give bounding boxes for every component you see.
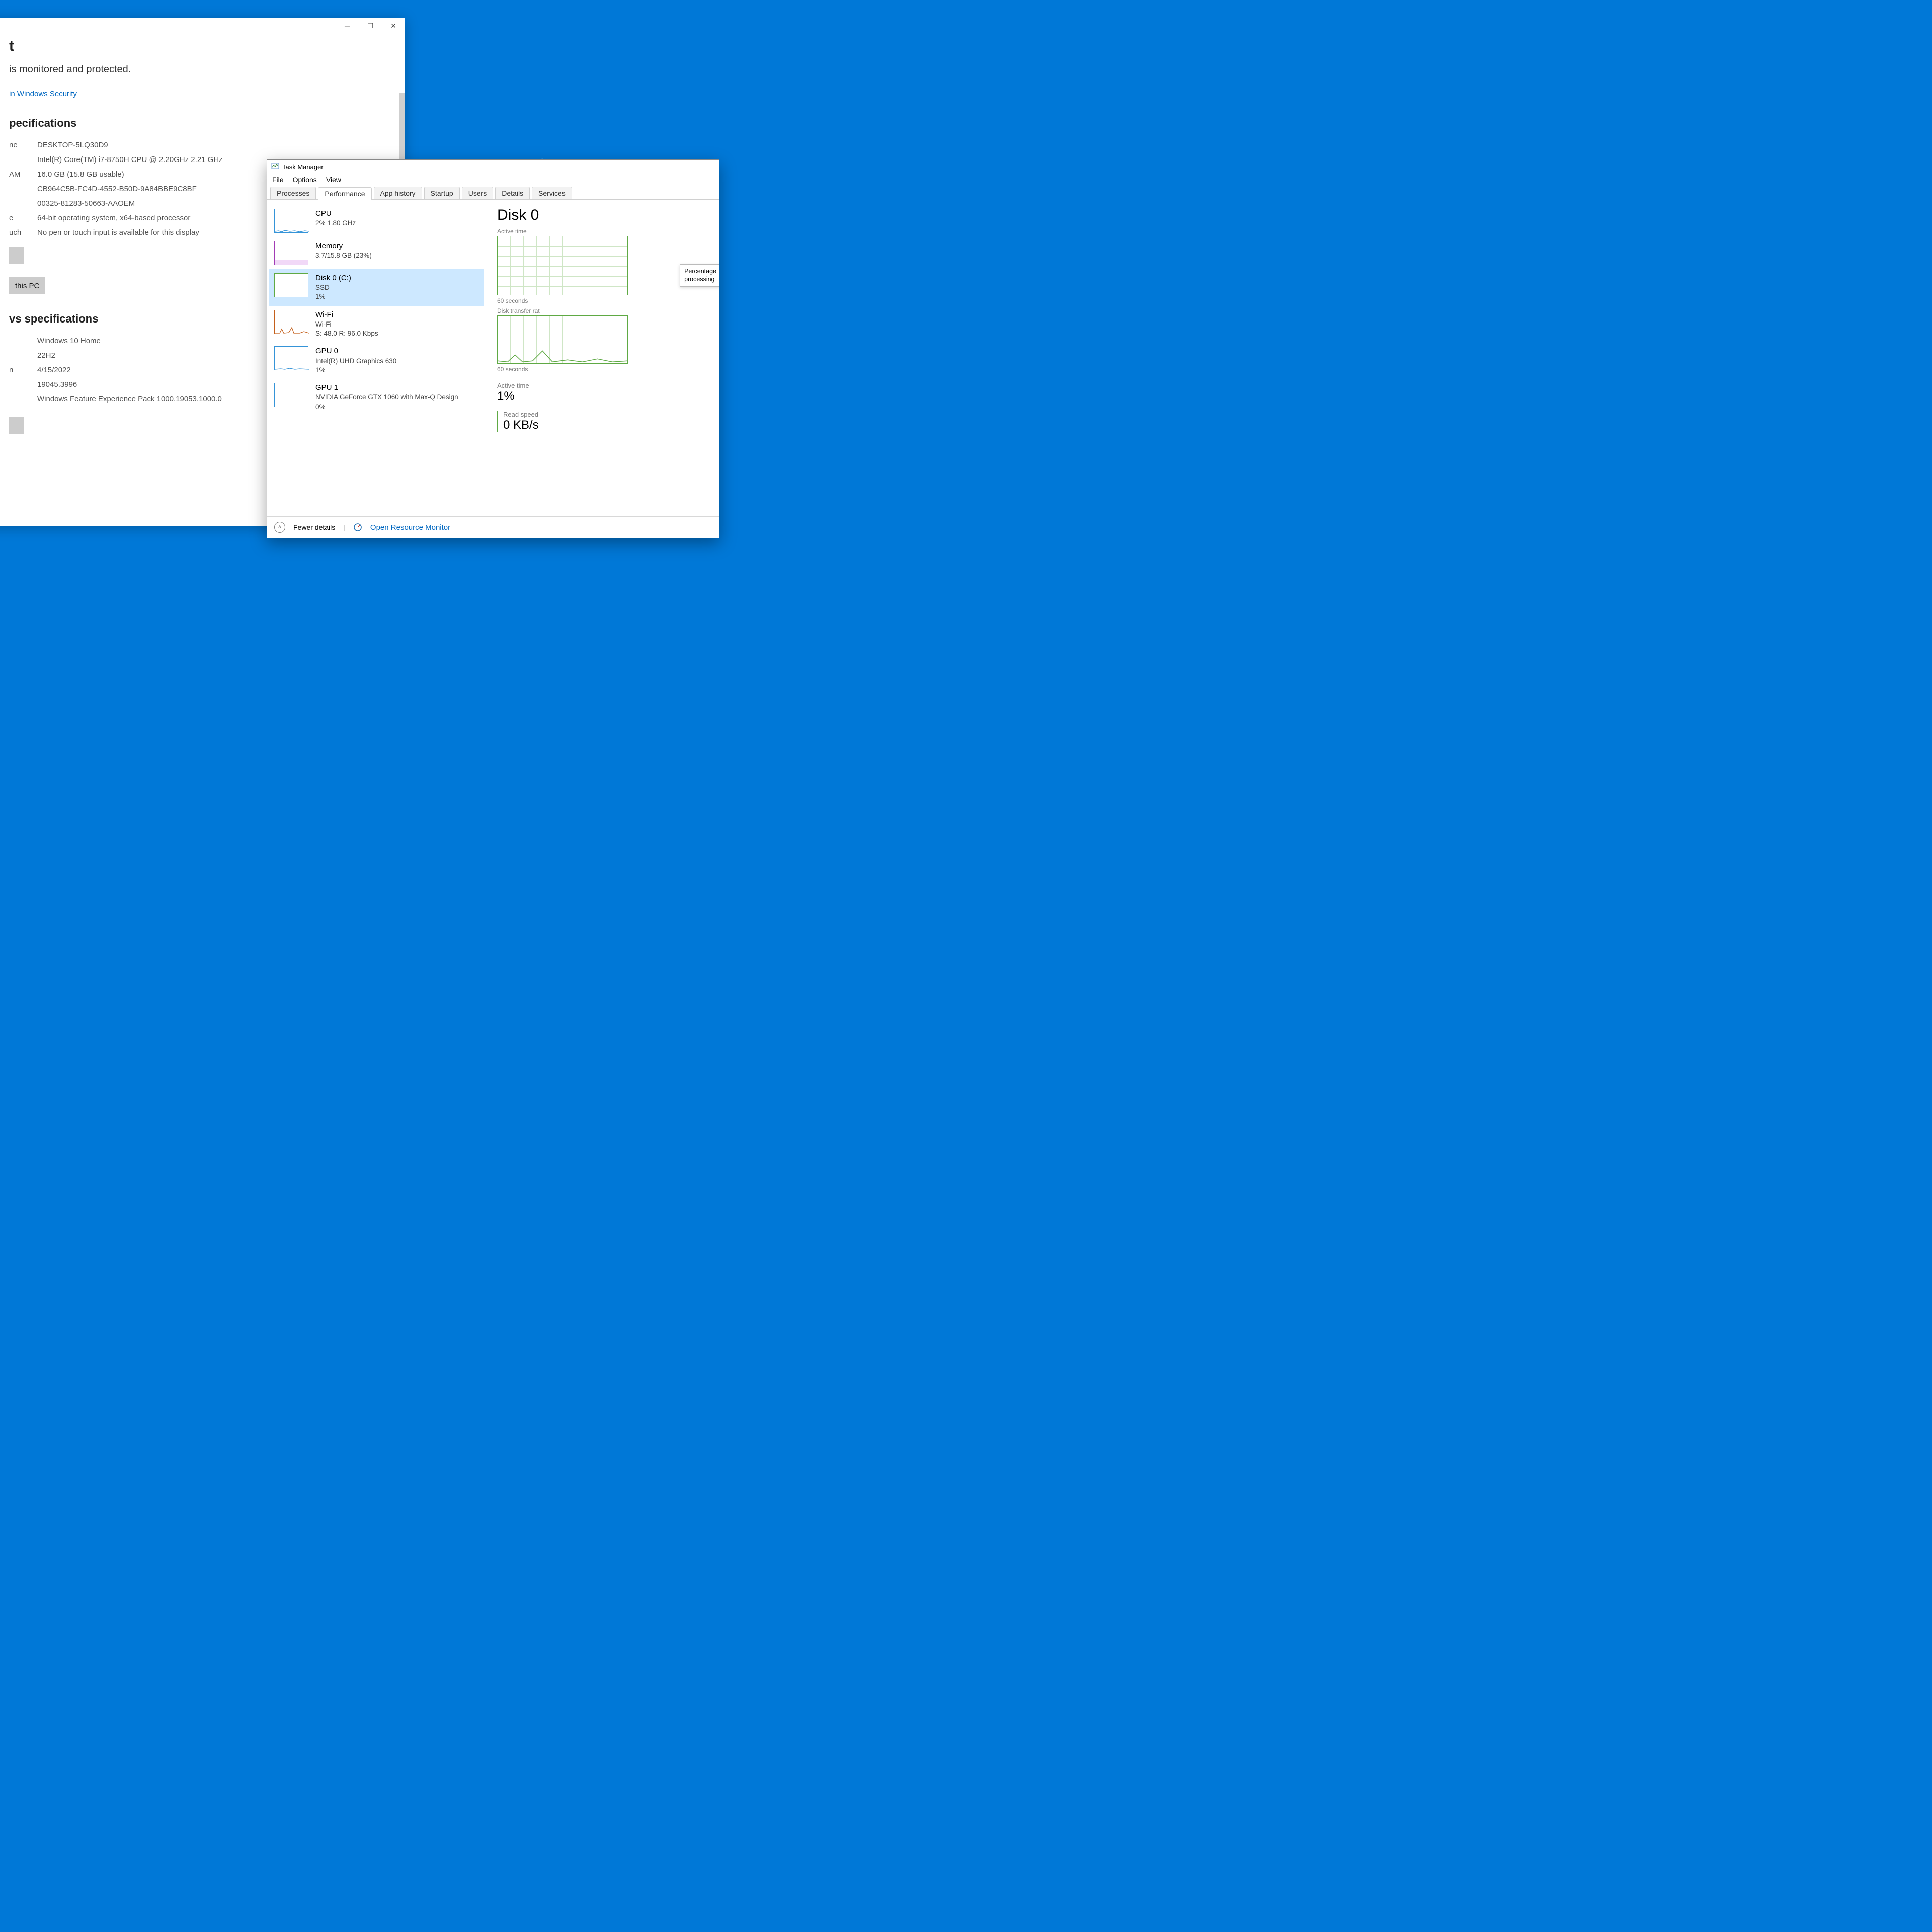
experience-pack-value: Windows Feature Experience Pack 1000.190… xyxy=(37,395,222,404)
maximize-button[interactable]: ☐ xyxy=(359,18,382,34)
tab-app-history[interactable]: App history xyxy=(374,187,422,199)
tab-users[interactable]: Users xyxy=(462,187,494,199)
touch-label: uch xyxy=(9,228,37,237)
memory-thumb xyxy=(274,241,308,265)
resource-wifi[interactable]: Wi-Fi Wi-Fi S: 48.0 R: 96.0 Kbps xyxy=(269,306,484,343)
system-type-value: 64-bit operating system, x64-based proce… xyxy=(37,214,190,222)
processor-value: Intel(R) Core(TM) i7-8750H CPU @ 2.20GHz… xyxy=(37,155,223,164)
gpu0-name: GPU 0 xyxy=(315,346,396,356)
resource-monitor-icon xyxy=(353,523,362,532)
copy-button-2[interactable] xyxy=(9,417,24,434)
metric-active-time-label: Active time xyxy=(497,382,719,389)
resource-list: CPU 2% 1.80 GHz Memory 3.7/15.8 GB (23%)… xyxy=(267,200,486,516)
device-name-label: ne xyxy=(9,141,37,149)
tab-performance[interactable]: Performance xyxy=(318,187,371,200)
menu-view[interactable]: View xyxy=(326,176,341,184)
disk-thumb xyxy=(274,273,308,297)
installed-on-label: n xyxy=(9,366,37,374)
disk-detail-panel: Disk 0 Active time Percentage processing… xyxy=(486,200,719,516)
wifi-name: Wi-Fi xyxy=(315,310,378,320)
gpu0-thumb xyxy=(274,346,308,370)
titlebar-controls: ─ ☐ ✕ xyxy=(336,18,405,34)
tab-details[interactable]: Details xyxy=(495,187,530,199)
menu-file[interactable]: File xyxy=(272,176,284,184)
cpu-detail: 2% 1.80 GHz xyxy=(315,219,356,228)
chevron-up-icon[interactable]: ˄ xyxy=(274,522,285,533)
tooltip-line-1: Percentage xyxy=(684,267,716,275)
disk-name: Disk 0 (C:) xyxy=(315,273,351,283)
system-type-label: e xyxy=(9,214,37,222)
resource-disk-0[interactable]: Disk 0 (C:) SSD 1% xyxy=(269,269,484,306)
memory-detail: 3.7/15.8 GB (23%) xyxy=(315,251,372,260)
wifi-adapter: Wi-Fi xyxy=(315,320,378,329)
ram-label: AM xyxy=(9,170,37,179)
gpu0-usage: 1% xyxy=(315,366,396,375)
open-resource-monitor-link[interactable]: Open Resource Monitor xyxy=(370,523,450,532)
fewer-details-link[interactable]: Fewer details xyxy=(293,523,335,531)
gpu1-thumb xyxy=(274,383,308,407)
chart-60-seconds-2: 60 seconds xyxy=(497,366,719,373)
build-value: 19045.3996 xyxy=(37,380,77,389)
memory-name: Memory xyxy=(315,241,372,251)
chart-active-time-label: Active time xyxy=(497,228,719,235)
windows-security-link[interactable]: in Windows Security xyxy=(9,90,77,98)
page-title: t xyxy=(9,38,405,55)
protection-status: is monitored and protected. xyxy=(9,64,405,75)
resource-cpu[interactable]: CPU 2% 1.80 GHz xyxy=(269,205,484,237)
task-manager-footer: ˄ Fewer details | Open Resource Monitor xyxy=(267,516,719,538)
tab-services[interactable]: Services xyxy=(532,187,572,199)
device-id-value: CB964C5B-FC4D-4552-B50D-9A84BBE9C8BF xyxy=(37,185,197,193)
chart-tooltip: Percentage processing xyxy=(680,264,719,287)
metric-read-speed-label: Read speed xyxy=(503,411,719,418)
menu-bar: File Options View xyxy=(267,174,719,187)
wifi-speed: S: 48.0 R: 96.0 Kbps xyxy=(315,329,378,338)
resource-gpu-1[interactable]: GPU 1 NVIDIA GeForce GTX 1060 with Max-Q… xyxy=(269,379,484,416)
tab-processes[interactable]: Processes xyxy=(270,187,316,199)
resource-gpu-0[interactable]: GPU 0 Intel(R) UHD Graphics 630 1% xyxy=(269,342,484,379)
ram-value: 16.0 GB (15.8 GB usable) xyxy=(37,170,124,179)
version-value: 22H2 xyxy=(37,351,55,360)
tab-startup[interactable]: Startup xyxy=(424,187,460,199)
product-id-value: 00325-81283-50663-AAOEM xyxy=(37,199,135,208)
task-manager-icon xyxy=(271,162,279,172)
tooltip-line-2: processing xyxy=(684,275,716,283)
touch-value: No pen or touch input is available for t… xyxy=(37,228,199,237)
task-manager-title: Task Manager xyxy=(282,163,324,171)
chart-transfer-rate xyxy=(497,315,628,364)
copy-button[interactable] xyxy=(9,247,24,264)
metric-active-time-value: 1% xyxy=(497,389,719,404)
edition-value: Windows 10 Home xyxy=(37,337,101,345)
gpu0-model: Intel(R) UHD Graphics 630 xyxy=(315,357,396,366)
rename-pc-button[interactable]: this PC xyxy=(9,277,45,294)
gpu1-model: NVIDIA GeForce GTX 1060 with Max-Q Desig… xyxy=(315,393,458,402)
close-button[interactable]: ✕ xyxy=(382,18,405,34)
gpu1-name: GPU 1 xyxy=(315,383,458,393)
footer-divider: | xyxy=(343,523,345,531)
task-manager-titlebar[interactable]: Task Manager xyxy=(267,160,719,174)
disk-panel-title: Disk 0 xyxy=(497,207,719,224)
cpu-thumb xyxy=(274,209,308,233)
wifi-thumb xyxy=(274,310,308,334)
minimize-button[interactable]: ─ xyxy=(336,18,359,34)
device-spec-heading: pecifications xyxy=(9,117,405,130)
metric-read-speed-value: 0 KB/s xyxy=(503,418,719,432)
chart-60-seconds-1: 60 seconds xyxy=(497,297,719,304)
installed-on-value: 4/15/2022 xyxy=(37,366,71,374)
chart-active-time xyxy=(497,236,628,295)
device-name-value: DESKTOP-5LQ30D9 xyxy=(37,141,108,149)
disk-usage: 1% xyxy=(315,292,351,301)
cpu-name: CPU xyxy=(315,209,356,219)
menu-options[interactable]: Options xyxy=(293,176,317,184)
task-manager-window: Task Manager File Options View Processes… xyxy=(267,159,719,538)
tab-strip: Processes Performance App history Startu… xyxy=(267,187,719,200)
disk-type: SSD xyxy=(315,283,351,292)
chart-transfer-label: Disk transfer rat xyxy=(497,307,719,314)
resource-memory[interactable]: Memory 3.7/15.8 GB (23%) xyxy=(269,237,484,269)
gpu1-usage: 0% xyxy=(315,403,458,412)
